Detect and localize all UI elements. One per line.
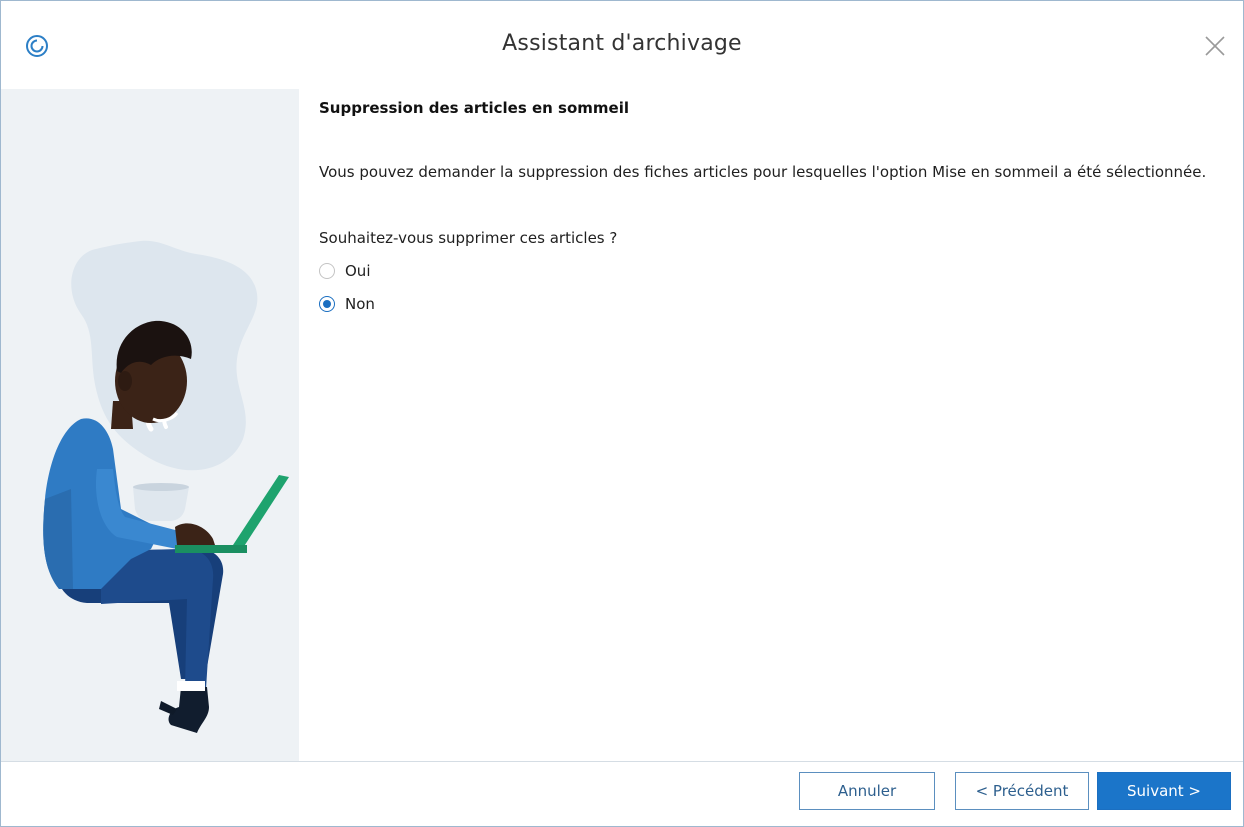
previous-button[interactable]: < Précédent	[955, 772, 1089, 810]
cancel-button[interactable]: Annuler	[799, 772, 935, 810]
page-heading: Suppression des articles en sommeil	[319, 99, 630, 117]
wizard-sidebar	[1, 89, 299, 761]
radio-non-circle[interactable]	[319, 296, 335, 312]
radio-oui-circle[interactable]	[319, 263, 335, 279]
radio-oui-label: Oui	[345, 262, 371, 280]
window-title: Assistant d'archivage	[502, 31, 742, 56]
close-icon	[1205, 36, 1225, 56]
radio-oui[interactable]: Oui	[319, 259, 370, 283]
question-text: Souhaitez-vous supprimer ces articles ?	[319, 229, 618, 247]
next-button[interactable]: Suivant >	[1097, 772, 1231, 810]
archive-wizard-window: Assistant d'archivage Suppression des ar…	[0, 0, 1244, 827]
person-with-laptop-illustration	[43, 240, 289, 733]
close-button[interactable]	[1197, 28, 1233, 64]
description-text: Vous pouvez demander la suppression des …	[319, 163, 1207, 181]
radio-non-label: Non	[345, 295, 375, 313]
title-bar: Assistant d'archivage	[1, 1, 1243, 89]
wizard-footer: Annuler < Précédent Suivant >	[1, 761, 1243, 826]
radio-non[interactable]: Non	[319, 292, 375, 316]
